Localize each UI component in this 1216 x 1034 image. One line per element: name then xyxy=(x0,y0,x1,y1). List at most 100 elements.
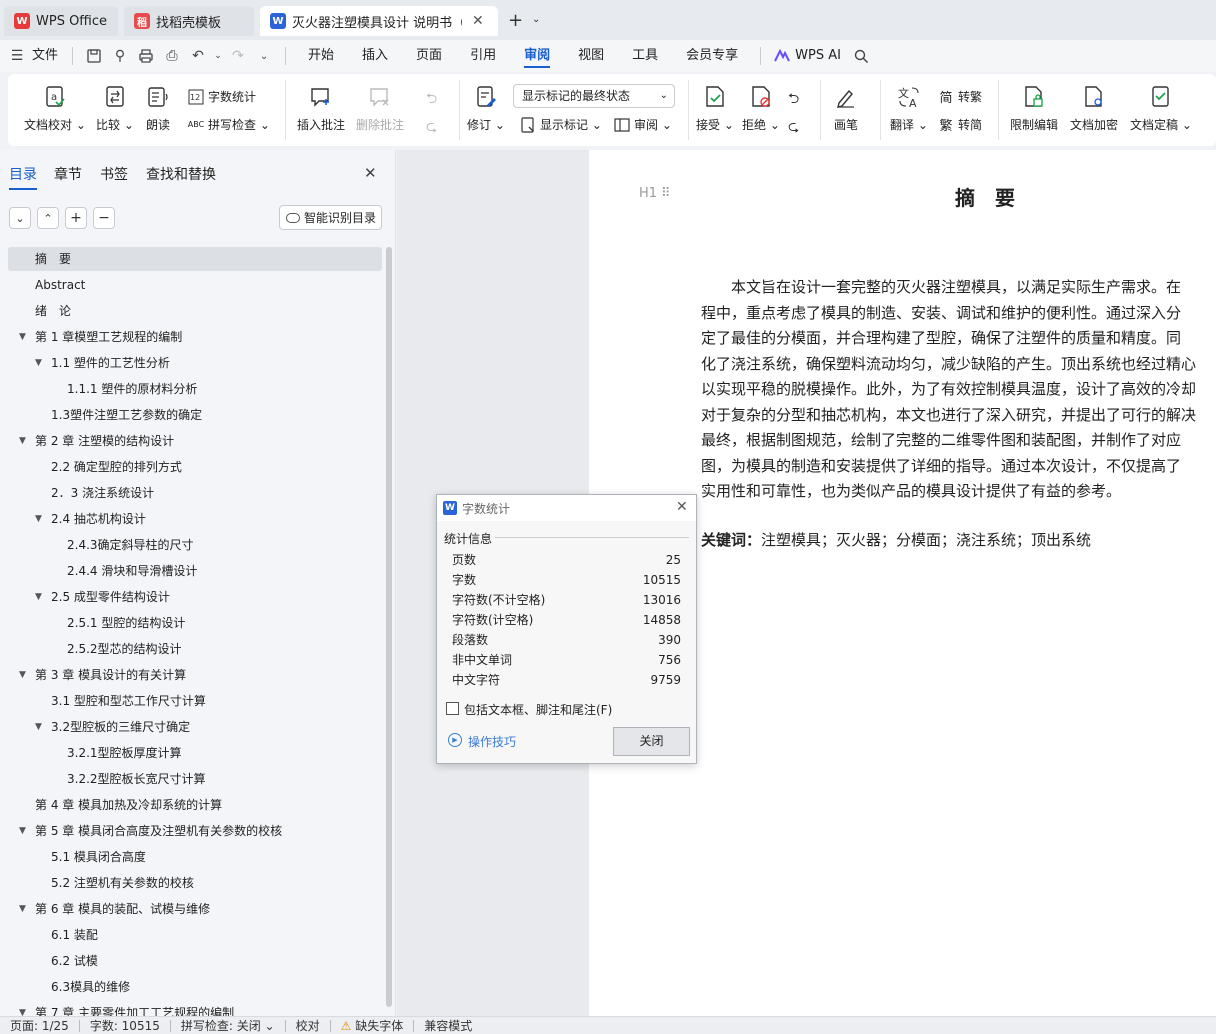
menu-insert[interactable]: 插入 xyxy=(348,40,402,72)
close-button[interactable]: 关闭 xyxy=(613,727,690,756)
nav-tab-find-replace[interactable]: 查找和替换 xyxy=(146,164,216,184)
toc-item[interactable]: 1.1.1 塑件的原材料分析 xyxy=(8,377,382,401)
print-icon[interactable] xyxy=(135,45,157,67)
toc-item[interactable]: Abstract xyxy=(8,273,382,297)
export-icon[interactable]: ⚲ xyxy=(109,45,131,67)
toc-item[interactable]: 5.2 注塑机有关参数的校核 xyxy=(8,871,382,895)
read-aloud-button[interactable]: 朗读 xyxy=(146,84,170,133)
dialog-titlebar[interactable]: W 字数统计 ✕ xyxy=(437,495,696,521)
print-preview-icon[interactable]: ⎙ xyxy=(161,45,183,67)
toc-item[interactable]: 2.5.2型芯的结构设计 xyxy=(8,637,382,661)
collapse-button[interactable]: ⌄ xyxy=(9,207,31,229)
tab-wps-office[interactable]: W WPS Office xyxy=(4,6,118,36)
toc-item[interactable]: ▼ 第 2 章 注塑模的结构设计 xyxy=(8,429,382,453)
toc-item[interactable]: 摘 要 xyxy=(8,247,382,271)
show-markup-button[interactable]: 显示标记 ⌄ xyxy=(520,116,602,133)
search-icon[interactable] xyxy=(851,45,873,67)
remove-toc-button[interactable]: − xyxy=(93,207,115,229)
toc-item[interactable]: 2.2 确定型腔的排列方式 xyxy=(8,455,382,479)
finalize-button[interactable]: 文档定稿 ⌄ xyxy=(1130,84,1192,133)
menu-reference[interactable]: 引用 xyxy=(456,40,510,72)
toc-item[interactable]: 3.2.1型腔板厚度计算 xyxy=(8,741,382,765)
save-icon[interactable] xyxy=(83,45,105,67)
chevron-down-icon[interactable]: ⌄ xyxy=(213,45,223,67)
accept-button[interactable]: 接受 ⌄ xyxy=(696,84,734,133)
more-icon[interactable]: ⌄ xyxy=(253,45,275,67)
delete-comment-button[interactable]: 删除批注 xyxy=(356,84,404,133)
close-icon[interactable]: ✕ xyxy=(364,164,377,182)
tab-document[interactable]: W 灭火器注塑模具设计 说明书（ ✕ xyxy=(260,6,498,36)
pen-button[interactable]: 画笔 xyxy=(834,84,858,133)
toc-item[interactable]: 2.4.4 滑块和导滑槽设计 xyxy=(8,559,382,583)
status-spell[interactable]: 拼写检查: 关闭 ⌄ xyxy=(171,1017,285,1034)
close-tab-icon[interactable]: ✕ xyxy=(472,13,484,29)
to-traditional-button[interactable]: 简 转繁 xyxy=(938,88,982,106)
next-change-icon[interactable]: ⮎ xyxy=(788,116,799,140)
status-proof[interactable]: 校对 xyxy=(286,1017,330,1034)
next-comment-icon[interactable]: ⮎ xyxy=(426,116,437,140)
scrollbar[interactable] xyxy=(386,247,392,1007)
toc-item[interactable]: 6.1 装配 xyxy=(8,923,382,947)
insert-comment-button[interactable]: 插入批注 xyxy=(297,84,345,133)
toc-item[interactable]: ▼ 第 3 章 模具设计的有关计算 xyxy=(8,663,382,687)
expand-arrow-icon[interactable]: ▼ xyxy=(19,325,26,349)
toc-item[interactable]: ▼ 第 6 章 模具的装配、试模与维修 xyxy=(8,897,382,921)
toc-item[interactable]: ▼ 3.2型腔板的三维尺寸确定 xyxy=(8,715,382,739)
menu-page[interactable]: 页面 xyxy=(402,40,456,72)
toc-item[interactable]: 3.1 型腔和型芯工作尺寸计算 xyxy=(8,689,382,713)
tips-link[interactable]: 操作技巧 xyxy=(468,733,516,750)
toc-item[interactable]: 6.2 试模 xyxy=(8,949,382,973)
to-simplified-button[interactable]: 繁 转简 xyxy=(938,116,982,134)
status-page[interactable]: 页面: 1/25 xyxy=(0,1017,79,1034)
expand-arrow-icon[interactable]: ▼ xyxy=(19,663,26,687)
review-pane-button[interactable]: 审阅 ⌄ xyxy=(614,116,672,133)
expand-up-button[interactable]: ⌃ xyxy=(37,207,59,229)
undo-icon[interactable]: ↶ xyxy=(187,45,209,67)
toc-item[interactable]: 2．3 浇注系统设计 xyxy=(8,481,382,505)
heading-marker[interactable]: H1 xyxy=(639,186,657,201)
toc-item[interactable]: 6.3模具的维修 xyxy=(8,975,382,999)
expand-arrow-icon[interactable]: ▼ xyxy=(19,429,26,453)
nav-tab-bookmarks[interactable]: 书签 xyxy=(100,164,128,184)
menu-member[interactable]: 会员专享 xyxy=(672,40,752,72)
reject-button[interactable]: 拒绝 ⌄ xyxy=(742,84,780,133)
markup-state-select[interactable]: 显示标记的最终状态 ⌄ xyxy=(513,84,675,108)
expand-arrow-icon[interactable]: ▼ xyxy=(35,507,42,531)
compare-button[interactable]: 比较 ⌄ xyxy=(96,84,134,133)
add-toc-button[interactable]: + xyxy=(65,207,87,229)
tab-template[interactable]: 稻 找稻壳模板 xyxy=(124,6,254,36)
menu-review[interactable]: 审阅 xyxy=(510,40,564,72)
new-tab-icon[interactable]: + xyxy=(508,10,523,31)
expand-arrow-icon[interactable]: ▼ xyxy=(19,819,26,843)
expand-arrow-icon[interactable]: ▼ xyxy=(35,715,42,739)
drag-handle-icon[interactable]: ⠿ xyxy=(661,186,671,201)
nav-tab-toc[interactable]: 目录 xyxy=(9,164,37,190)
file-menu[interactable]: 文件 xyxy=(30,40,64,72)
toc-item[interactable]: 绪 论 xyxy=(8,299,382,323)
toc-item[interactable]: ▼ 1.1 塑件的工艺性分析 xyxy=(8,351,382,375)
status-words[interactable]: 字数: 10515 xyxy=(80,1017,170,1034)
menu-view[interactable]: 视图 xyxy=(564,40,618,72)
toc-item[interactable]: 5.1 模具闭合高度 xyxy=(8,845,382,869)
toc-item[interactable]: 2.5.1 型腔的结构设计 xyxy=(8,611,382,635)
wps-ai-button[interactable]: WPS AI xyxy=(795,40,849,72)
status-missing-font[interactable]: ⚠ 缺失字体 xyxy=(331,1017,414,1034)
chevron-down-icon[interactable]: ⌄ xyxy=(532,14,540,25)
restrict-edit-button[interactable]: 限制编辑 xyxy=(1010,84,1058,133)
toc-item[interactable]: 2.4.3确定斜导柱的尺寸 xyxy=(8,533,382,557)
menu-home[interactable]: 开始 xyxy=(294,40,348,72)
toc-item[interactable]: 3.2.2型腔板长宽尺寸计算 xyxy=(8,767,382,791)
prev-comment-icon[interactable]: ⮌ xyxy=(426,88,437,112)
toc-item[interactable]: ▼ 2.5 成型零件结构设计 xyxy=(8,585,382,609)
toc-item[interactable]: 第 4 章 模具加热及冷却系统的计算 xyxy=(8,793,382,817)
toc-item[interactable]: 1.3塑件注塑工艺参数的确定 xyxy=(8,403,382,427)
word-count-button[interactable]: 12 字数统计 xyxy=(188,88,256,105)
encrypt-button[interactable]: 文档加密 xyxy=(1070,84,1118,133)
expand-arrow-icon[interactable]: ▼ xyxy=(19,897,26,921)
expand-arrow-icon[interactable]: ▼ xyxy=(35,351,42,375)
nav-tab-chapters[interactable]: 章节 xyxy=(54,164,82,184)
close-icon[interactable]: ✕ xyxy=(676,499,688,515)
menu-tools[interactable]: 工具 xyxy=(618,40,672,72)
expand-arrow-icon[interactable]: ▼ xyxy=(35,585,42,609)
doc-check-button[interactable]: a 文档校对 ⌄ xyxy=(24,84,86,133)
